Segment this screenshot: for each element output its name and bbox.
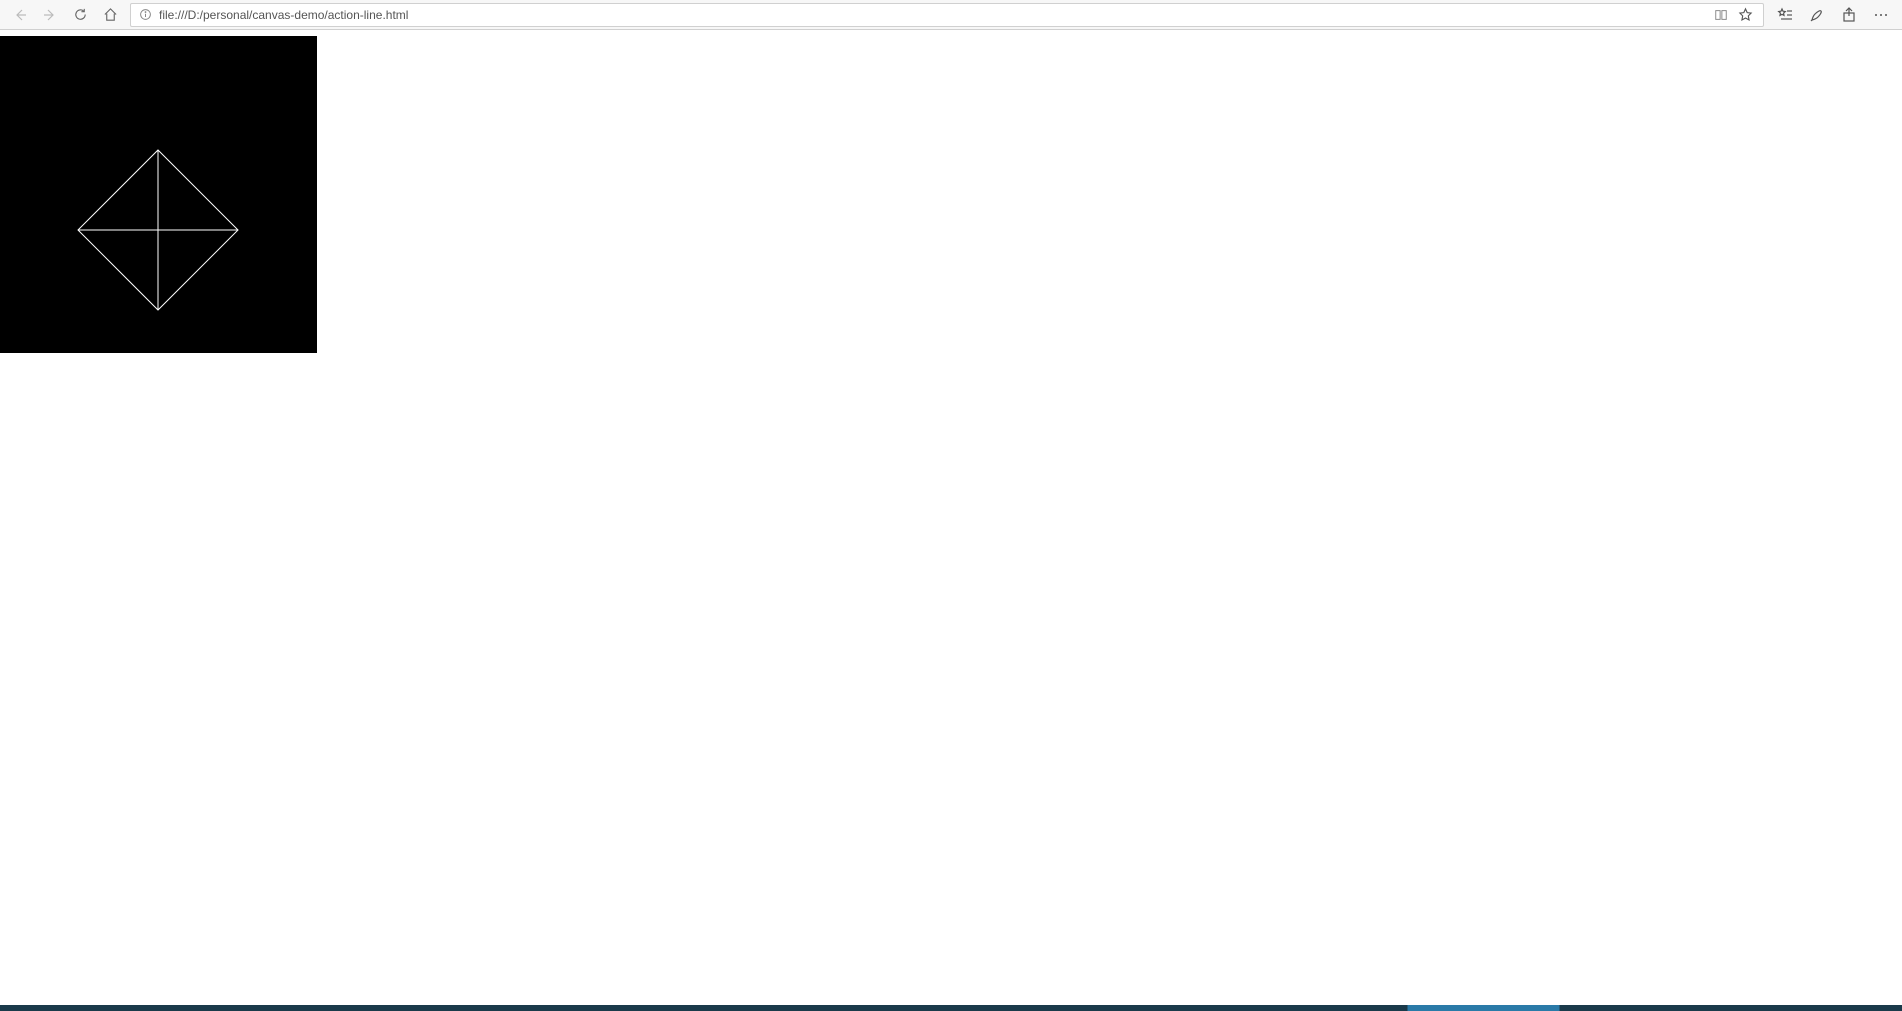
taskbar[interactable] (0, 1005, 1902, 1011)
more-icon (1873, 7, 1889, 23)
pen-icon (1809, 7, 1825, 23)
star-icon (1738, 7, 1753, 22)
more-button[interactable] (1866, 1, 1896, 29)
page-content (0, 36, 1902, 1011)
canvas-element (0, 36, 317, 353)
notes-button[interactable] (1802, 1, 1832, 29)
site-info-button[interactable] (137, 7, 153, 23)
reading-view-button[interactable] (1709, 3, 1733, 27)
toolbar-right-group (1770, 1, 1896, 29)
share-icon (1841, 7, 1857, 23)
refresh-icon (73, 7, 88, 22)
diamond-drawing (0, 36, 317, 353)
reading-view-icon (1714, 8, 1728, 22)
info-icon (139, 8, 152, 21)
url-input[interactable] (159, 4, 1709, 26)
back-arrow-icon (12, 7, 28, 23)
favorites-list-button[interactable] (1770, 1, 1800, 29)
back-button[interactable] (6, 1, 34, 29)
forward-arrow-icon (42, 7, 58, 23)
refresh-button[interactable] (66, 1, 94, 29)
address-bar[interactable] (130, 3, 1764, 27)
favorite-star-button[interactable] (1733, 3, 1757, 27)
favorites-list-icon (1777, 7, 1793, 23)
home-button[interactable] (96, 1, 124, 29)
share-button[interactable] (1834, 1, 1864, 29)
home-icon (103, 7, 118, 22)
forward-button[interactable] (36, 1, 64, 29)
browser-toolbar (0, 0, 1902, 30)
nav-button-group (6, 1, 124, 29)
